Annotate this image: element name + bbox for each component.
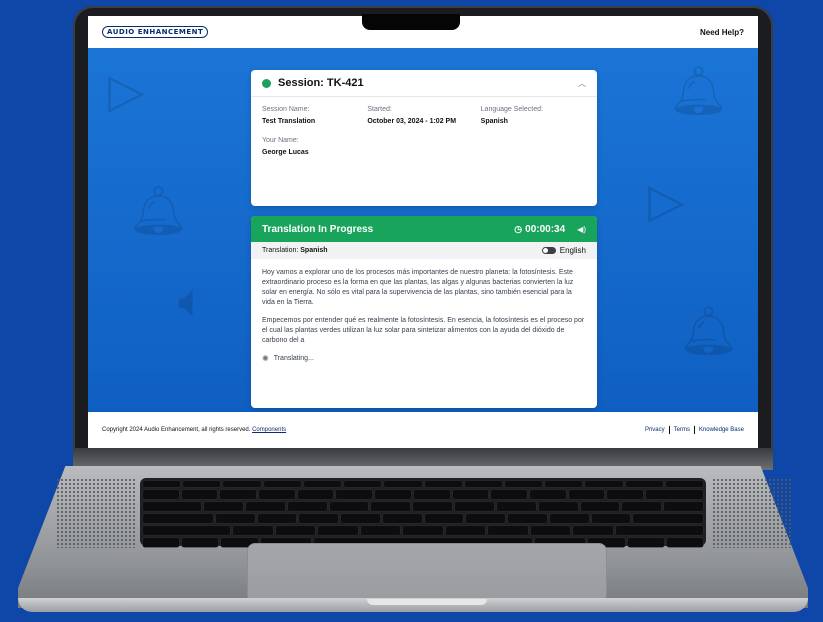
play-icon: ▷ (648, 175, 685, 228)
english-toggle-label[interactable]: English (560, 246, 586, 255)
status-dot (262, 78, 271, 88)
privacy-link[interactable]: Privacy (645, 427, 665, 433)
transcript-paragraph: Empecemos por entender qué es realmente … (262, 317, 585, 344)
opening-notch (367, 599, 487, 605)
translating-text: Translating... (273, 355, 314, 362)
session-title: Session: TK-421 (278, 77, 364, 89)
translation-language: Translation: Spanish (262, 247, 542, 254)
translating-status: ✺ Translating... (262, 354, 586, 364)
footer-links: Privacy Terms Knowledge Base (645, 426, 744, 434)
session-timer: ◷ 00:00:34 (514, 224, 565, 235)
language-value: Spanish (480, 118, 508, 125)
brand-logo[interactable]: AUDIO ENHANCEMENT (102, 26, 209, 38)
trackpad (247, 543, 607, 603)
copyright-text: Copyright 2024 Audio Enhancement, all ri… (102, 427, 286, 433)
copyright-label: Copyright 2024 Audio Enhancement, all ri… (102, 427, 253, 433)
transcript: Hoy vamos a explorar uno de los procesos… (251, 259, 597, 364)
timer-value: 00:00:34 (525, 223, 566, 235)
play-icon: ▷ (108, 65, 145, 118)
your-name-label: Your Name: (262, 137, 299, 144)
transcript-paragraph: Hoy vamos a explorar uno de los procesos… (262, 269, 574, 306)
translation-title: Translation In Progress (262, 223, 374, 235)
bell-icon: 🔔︎ (128, 185, 189, 238)
speaker-icon: 🔈︎ (178, 275, 207, 328)
chevron-up-icon[interactable]: ︿ (578, 78, 586, 89)
your-name-value: George Lucas (262, 149, 309, 156)
your-name-section: Your Name: George Lucas (251, 127, 597, 158)
clock-icon: ◷ (514, 223, 523, 234)
bell-icon: 🔔︎ (668, 65, 729, 118)
translation-language-value: Spanish (300, 247, 328, 254)
translation-header: Translation In Progress ◷ 00:00:34 ◀︎) (251, 216, 597, 242)
knowledge-base-link[interactable]: Knowledge Base (699, 427, 744, 433)
started-label: Started: (367, 106, 392, 113)
camera-notch (362, 14, 460, 30)
translation-card: Translation In Progress ◷ 00:00:34 ◀︎) Tr… (251, 216, 597, 408)
session-details: Session Name: Test Translation Started: … (251, 97, 597, 127)
session-name-label: Session Name: (262, 106, 310, 113)
divider (668, 426, 670, 434)
components-link[interactable]: Components (252, 427, 286, 433)
session-header[interactable]: Session: TK-421 ︿ (251, 70, 597, 97)
translation-language-prefix: Translation: (262, 247, 301, 254)
speaker-grille-right (712, 478, 792, 548)
footer: Copyright 2024 Audio Enhancement, all ri… (88, 412, 758, 448)
spinner-icon: ✺ (262, 354, 269, 363)
need-help-link[interactable]: Need Help? (700, 28, 744, 37)
keyboard (140, 478, 706, 547)
laptop-screen: AUDIO ENHANCEMENT Need Help? ▷ 🔔︎ 🔔︎ ▷ 🔈… (88, 16, 758, 448)
started-value: October 03, 2024 - 1:02 PM (367, 118, 457, 125)
terms-link[interactable]: Terms (674, 427, 690, 433)
divider (693, 426, 695, 434)
bell-icon: 🔔︎ (678, 305, 739, 358)
language-label: Language Selected: (480, 106, 543, 113)
english-toggle[interactable] (541, 247, 556, 254)
volume-icon[interactable]: ◀︎) (577, 225, 586, 234)
main-area: ▷ 🔔︎ 🔔︎ ▷ 🔈︎ 🔔︎ Session: TK-421 ︿ Sessio… (88, 48, 758, 412)
session-name-value: Test Translation (262, 118, 316, 125)
language-bar: Translation: Spanish English (251, 242, 597, 259)
session-card: Session: TK-421 ︿ Session Name: Test Tra… (251, 70, 597, 206)
speaker-grille-left (56, 478, 136, 548)
